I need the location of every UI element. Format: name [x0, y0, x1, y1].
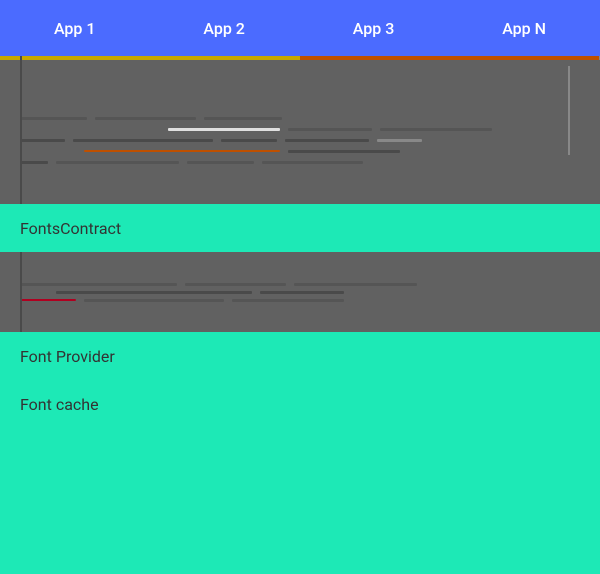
line-row-3 — [20, 139, 580, 142]
tab-app1[interactable]: App 1 — [38, 19, 112, 38]
vertical-line-right — [568, 66, 570, 155]
gray-section-mid — [0, 252, 600, 332]
tab-app3[interactable]: App 3 — [337, 19, 411, 38]
vertical-line-left — [20, 56, 22, 204]
line-row-4 — [20, 150, 580, 153]
font-cache-block: Font cache — [0, 380, 600, 428]
line-row-2 — [20, 128, 580, 131]
bottom-teal-section — [0, 428, 600, 574]
line-row-5 — [20, 161, 580, 164]
mid-lines — [0, 277, 600, 308]
app-bar: App 1 App 2 App 3 App N — [0, 0, 600, 56]
fonts-contract-block: FontsContract — [0, 204, 600, 252]
tab-app2[interactable]: App 2 — [187, 19, 261, 38]
tab-appN[interactable]: App N — [486, 19, 562, 38]
font-provider-block: Font Provider — [0, 332, 600, 380]
gray-section-top — [0, 56, 600, 204]
fonts-contract-label: FontsContract — [20, 219, 121, 238]
font-provider-label: Font Provider — [20, 347, 115, 366]
vertical-line-mid — [20, 252, 22, 332]
diagram-container: App 1 App 2 App 3 App N — [0, 0, 600, 574]
font-cache-label: Font cache — [20, 395, 99, 414]
line-row-1 — [20, 117, 580, 120]
